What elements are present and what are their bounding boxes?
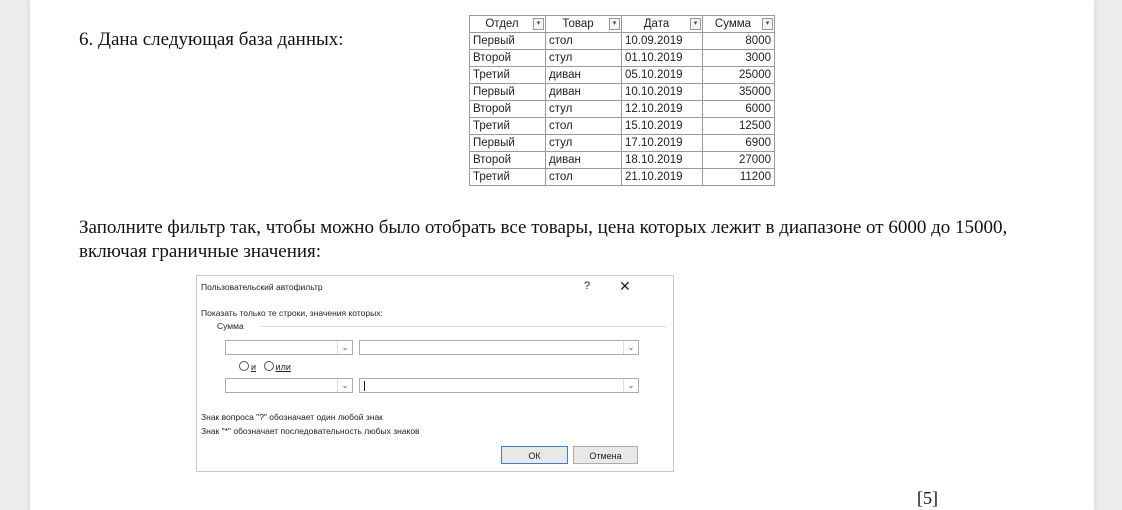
- filter-dropdown-icon[interactable]: ▾: [762, 18, 773, 30]
- column-header[interactable]: Отдел ▾: [469, 15, 546, 33]
- cell: 17.10.2019: [621, 134, 703, 152]
- condition2-operator-select[interactable]: ⌄: [225, 378, 353, 393]
- cell: стул: [545, 100, 622, 118]
- cell: диван: [545, 66, 622, 84]
- group-divider: [261, 326, 666, 327]
- cell: 6000: [702, 100, 775, 118]
- table-row: Второй стул 12.10.2019 6000: [469, 100, 775, 118]
- logic-radio-group: и или: [239, 361, 291, 372]
- column-header[interactable]: Сумма ▾: [702, 15, 775, 33]
- cell: 01.10.2019: [621, 49, 703, 67]
- cell: стул: [545, 134, 622, 152]
- condition1-operator-select[interactable]: ⌄: [225, 340, 353, 355]
- help-button[interactable]: ?: [584, 280, 590, 292]
- condition1-value-input[interactable]: ⌄: [359, 340, 639, 355]
- ok-button[interactable]: ОК: [501, 446, 568, 464]
- cell: 15.10.2019: [621, 117, 703, 135]
- close-button[interactable]: ✕: [619, 278, 631, 295]
- cell: 10.10.2019: [621, 83, 703, 101]
- cell: 12.10.2019: [621, 100, 703, 118]
- instruction-text: Заполните фильтр так, чтобы можно было о…: [79, 217, 1008, 262]
- cell: диван: [545, 83, 622, 101]
- cell: стул: [545, 49, 622, 67]
- cell: 05.10.2019: [621, 66, 703, 84]
- cell: 27000: [702, 151, 775, 169]
- filter-dropdown-icon[interactable]: ▾: [690, 18, 701, 30]
- custom-autofilter-dialog: Пользовательский автофильтр ? ✕ Показать…: [196, 275, 674, 472]
- condition2-value-input[interactable]: ⌄: [359, 378, 639, 393]
- cell: стол: [545, 168, 622, 186]
- cell: стол: [545, 32, 622, 50]
- radio-and[interactable]: и: [239, 361, 256, 372]
- radio-circle-icon[interactable]: [263, 361, 274, 371]
- dialog-title: Пользовательский автофильтр: [201, 282, 323, 292]
- column-header[interactable]: Дата ▾: [621, 15, 703, 33]
- chevron-down-icon[interactable]: ⌄: [337, 341, 352, 354]
- table-row: Первый диван 10.10.2019 35000: [469, 83, 775, 101]
- cell: 12500: [702, 117, 775, 135]
- document-page: 6. Дана следующая база данных: Отдел ▾ То…: [30, 0, 1094, 510]
- text-cursor: [364, 381, 365, 391]
- cell: 6900: [702, 134, 775, 152]
- score-marks: [5]: [917, 488, 938, 508]
- cell: 35000: [702, 83, 775, 101]
- cell: Второй: [469, 49, 546, 67]
- cell: Первый: [469, 83, 546, 101]
- cell: 3000: [702, 49, 775, 67]
- cell: 18.10.2019: [621, 151, 703, 169]
- table-row: Второй стул 01.10.2019 3000: [469, 49, 775, 67]
- cell: Первый: [469, 134, 546, 152]
- cell: Третий: [469, 117, 546, 135]
- show-rows-label: Показать только те строки, значения кото…: [201, 308, 383, 318]
- chevron-down-icon[interactable]: ⌄: [623, 379, 638, 392]
- wildcard-hint-question: Знак вопроса "?" обозначает один любой з…: [201, 412, 383, 422]
- cell: Первый: [469, 32, 546, 50]
- cell: 25000: [702, 66, 775, 84]
- table-row: Третий стол 21.10.2019 11200: [469, 168, 775, 186]
- filter-dropdown-icon[interactable]: ▾: [533, 18, 544, 30]
- cell: диван: [545, 151, 622, 169]
- chevron-down-icon[interactable]: ⌄: [337, 379, 352, 392]
- cell: Второй: [469, 100, 546, 118]
- cell: Третий: [469, 66, 546, 84]
- cell: Второй: [469, 151, 546, 169]
- cell: стол: [545, 117, 622, 135]
- wildcard-hint-star: Знак "*" обозначает последовательность л…: [201, 426, 420, 436]
- database-table: Отдел ▾ Товар ▾ Дата ▾ Сумма ▾ Первый стол 10.…: [469, 15, 775, 186]
- cancel-button[interactable]: Отмена: [573, 446, 638, 464]
- question-title: 6. Дана следующая база данных:: [79, 29, 344, 50]
- chevron-down-icon[interactable]: ⌄: [623, 341, 638, 354]
- cell: 11200: [702, 168, 775, 186]
- table-row: Третий стол 15.10.2019 12500: [469, 117, 775, 135]
- radio-or[interactable]: или: [263, 361, 291, 372]
- filter-dropdown-icon[interactable]: ▾: [609, 18, 620, 30]
- field-name-label: Сумма: [217, 321, 244, 331]
- cell: Третий: [469, 168, 546, 186]
- table-header-row: Отдел ▾ Товар ▾ Дата ▾ Сумма ▾: [469, 15, 775, 33]
- cell: 21.10.2019: [621, 168, 703, 186]
- table-row: Второй диван 18.10.2019 27000: [469, 151, 775, 169]
- column-header[interactable]: Товар ▾: [545, 15, 622, 33]
- table-row: Первый стул 17.10.2019 6900: [469, 134, 775, 152]
- table-row: Первый стол 10.09.2019 8000: [469, 32, 775, 50]
- table-row: Третий диван 05.10.2019 25000: [469, 66, 775, 84]
- cell: 8000: [702, 32, 775, 50]
- cell: 10.09.2019: [621, 32, 703, 50]
- radio-circle-icon[interactable]: [239, 361, 249, 371]
